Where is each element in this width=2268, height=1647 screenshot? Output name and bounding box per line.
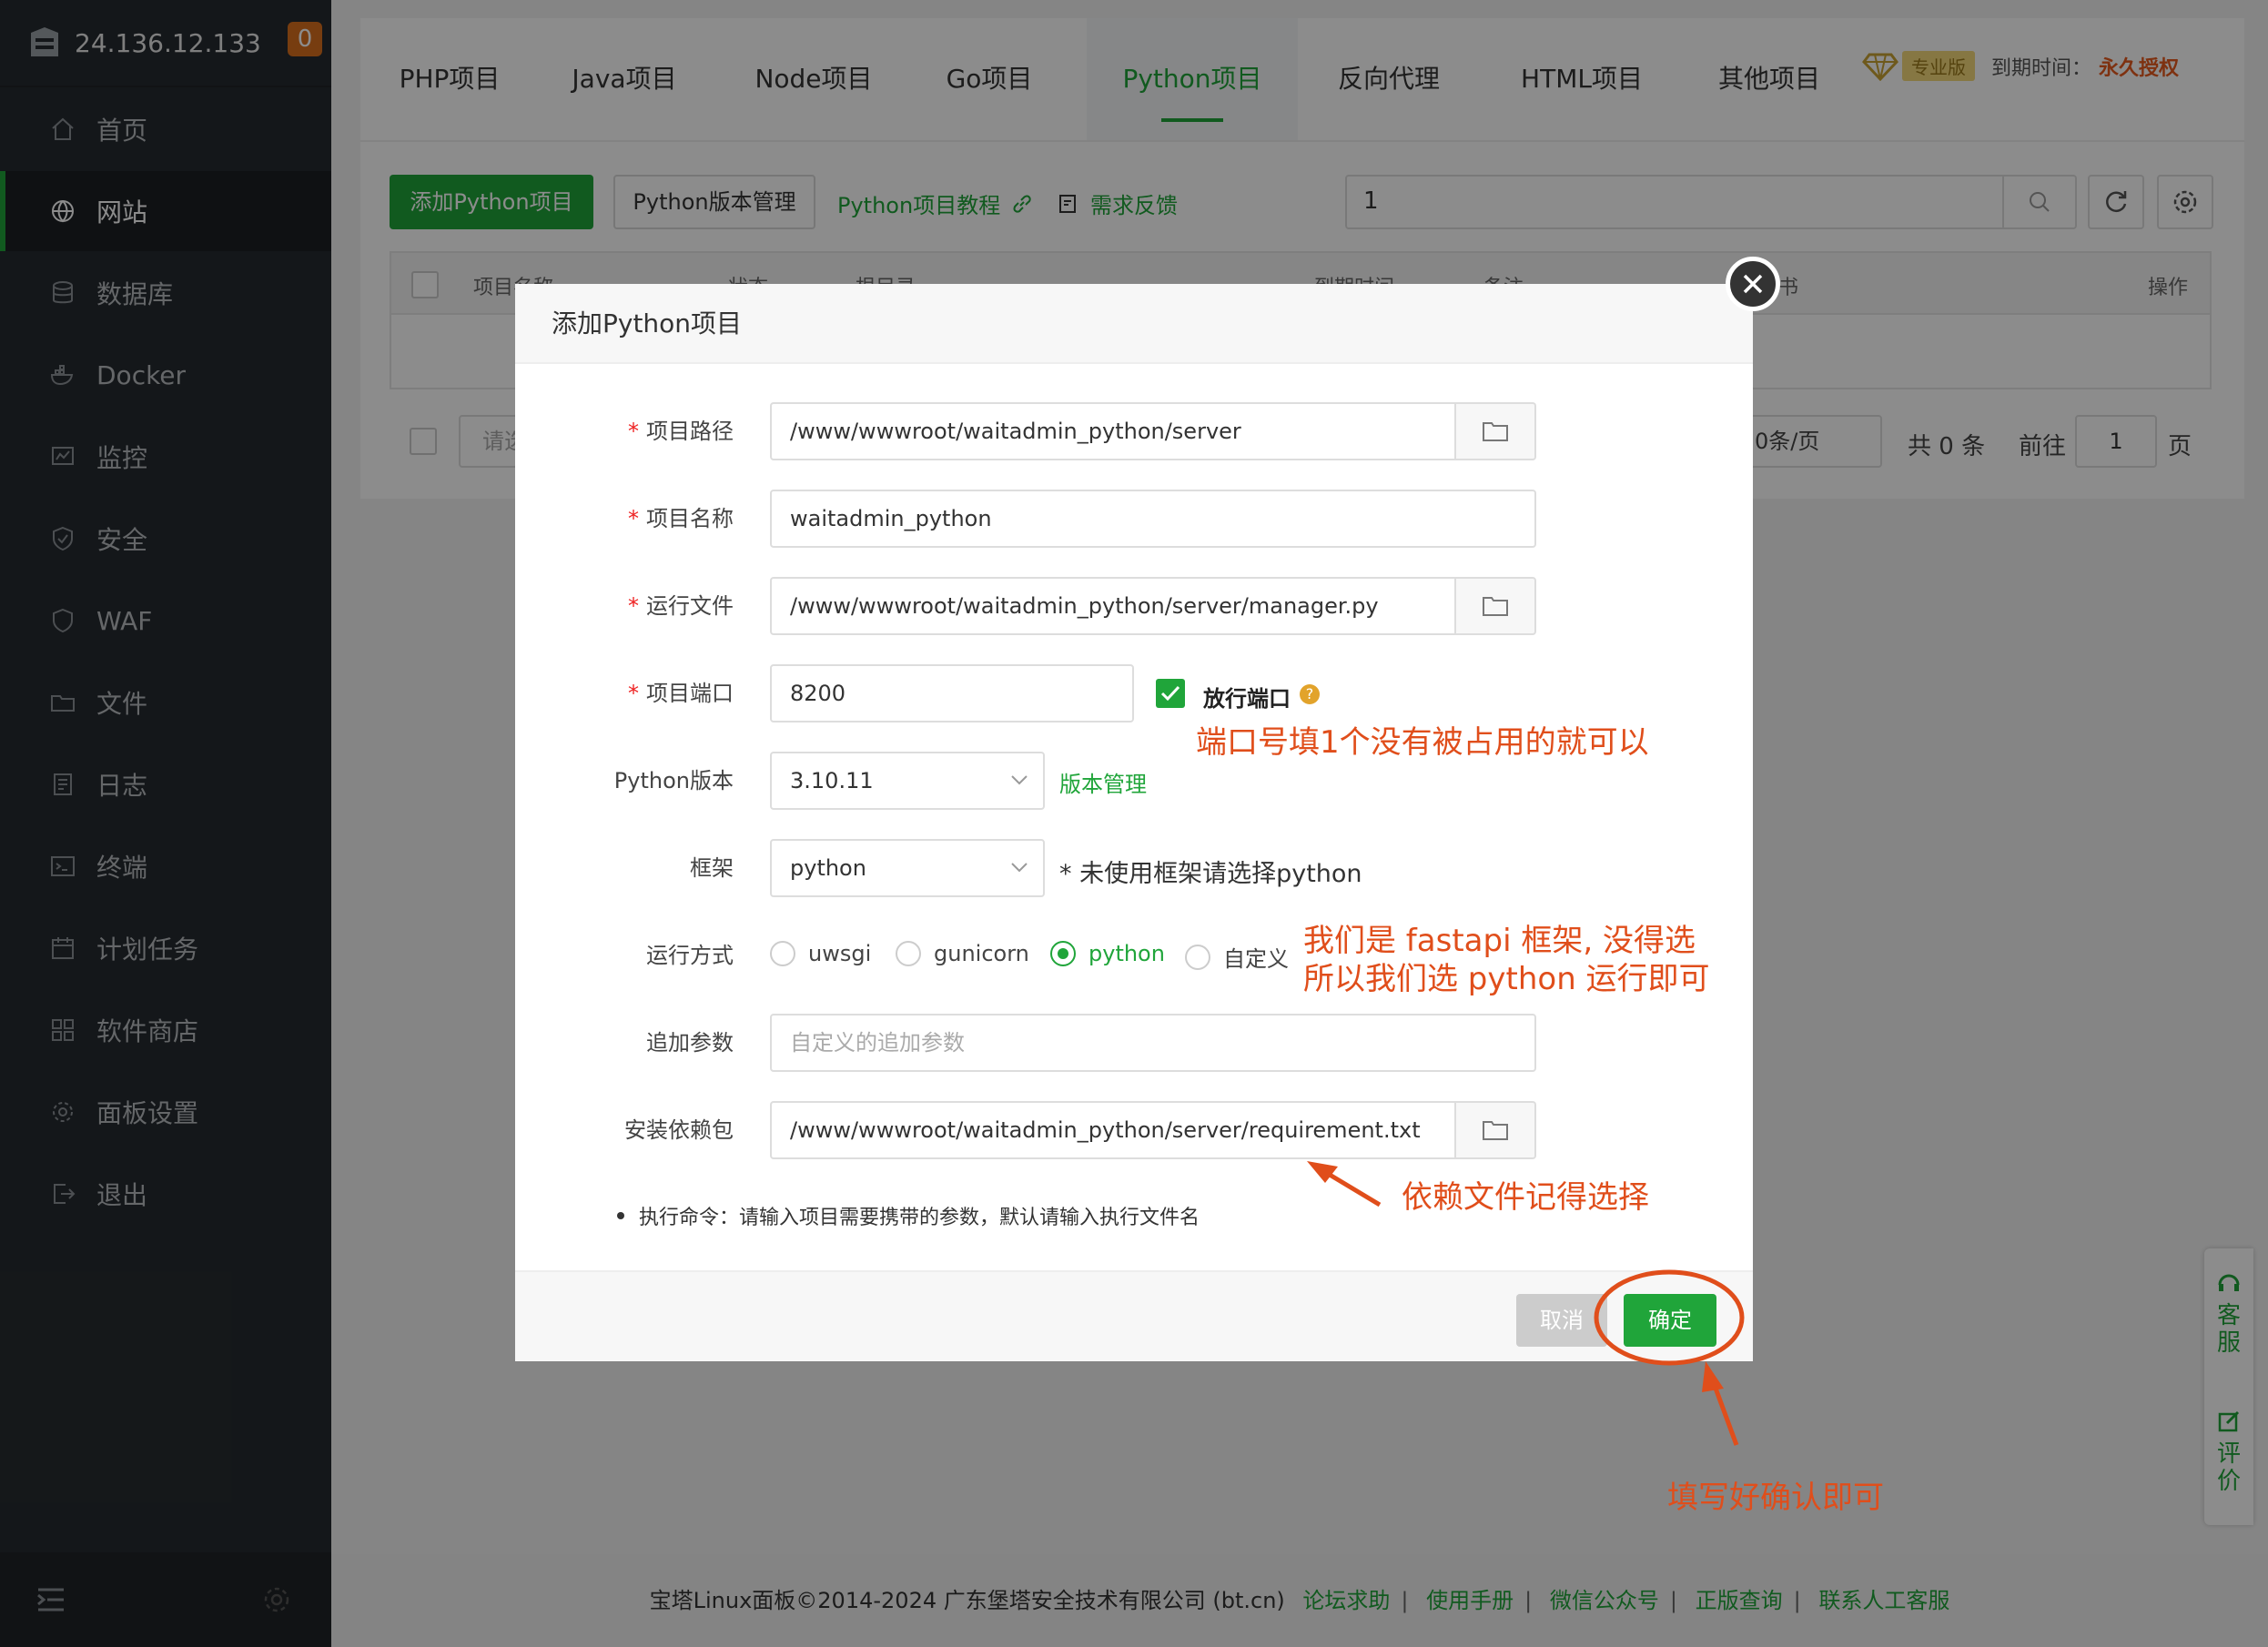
label-extra-params: 追加参数 [646,1030,734,1056]
row-project-port: * 项目端口 8200 放行端口 ? [515,664,1753,722]
confirm-button[interactable]: 确定 [1624,1294,1716,1347]
radio-python-label: python [1088,941,1165,966]
bullet-icon [617,1212,624,1219]
framework-value: python [790,855,866,881]
radio-uwsgi[interactable]: uwsgi [770,941,871,966]
run-file-input[interactable]: /www/wwwroot/waitadmin_python/server/man… [770,577,1456,635]
row-project-path: * 项目路径 /www/wwwroot/waitadmin_python/serv… [515,402,1753,460]
cancel-button[interactable]: 取消 [1516,1294,1607,1347]
project-path-input[interactable]: /www/wwwroot/waitadmin_python/server [770,402,1456,460]
framework-select[interactable]: python [770,839,1045,897]
check-icon [1160,685,1180,702]
dialog-title: 添加Python项目 [515,284,1753,364]
version-manage-link[interactable]: 版本管理 [1059,766,1147,798]
radio-custom-label: 自定义 [1223,946,1289,972]
row-dependencies: 安装依赖包 /www/wwwroot/waitadmin_python/serv… [515,1101,1753,1159]
run-file-browse-button[interactable] [1456,577,1536,635]
row-extra-params: 追加参数 自定义的追加参数 [515,1014,1753,1072]
project-port-input[interactable]: 8200 [770,664,1134,722]
dialog-close-button[interactable] [1726,257,1780,311]
label-dependencies: 安装依赖包 [624,1117,734,1143]
folder-icon [1483,422,1508,441]
dependencies-browse-button[interactable] [1456,1101,1536,1159]
radio-gunicorn-label: gunicorn [934,941,1029,966]
dependencies-input[interactable]: /www/wwwroot/waitadmin_python/server/req… [770,1101,1456,1159]
annotation-deps: 依赖文件记得选择 [1402,1179,1649,1216]
project-path-browse-button[interactable] [1456,402,1536,460]
close-icon [1743,274,1763,294]
label-run-mode: 运行方式 [646,943,734,968]
folder-icon [1483,597,1508,616]
chevron-down-icon [1011,775,1028,785]
label-run-file: * 运行文件 [628,593,734,619]
folder-icon [1483,1121,1508,1140]
row-project-name: * 项目名称 waitadmin_python [515,490,1753,548]
radio-custom[interactable]: 自定义 [1185,941,1289,973]
framework-hint: * 未使用框架请选择python [1059,860,1362,888]
label-project-name: * 项目名称 [628,506,734,531]
row-run-file: * 运行文件 /www/wwwroot/waitadmin_python/serv… [515,577,1753,635]
annotation-confirm: 填写好确认即可 [1667,1480,1884,1516]
annotation-port: 端口号填1个没有被占用的就可以 [1196,724,1649,761]
dialog-footer: 取消 确定 [515,1270,1753,1361]
label-framework: 框架 [690,855,734,881]
exec-command-note: 执行命令：请输入项目需要携带的参数，默认请输入执行文件名 [617,1201,1200,1230]
help-icon[interactable]: ? [1300,684,1320,704]
label-python-version: Python版本 [613,768,734,793]
label-project-port: * 项目端口 [628,681,734,706]
project-name-input[interactable]: waitadmin_python [770,490,1536,548]
label-project-path: * 项目路径 [628,419,734,444]
radio-gunicorn[interactable]: gunicorn [896,941,1029,966]
annotation-runmode-2: 所以我们选 python 运行即可 [1303,961,1710,997]
radio-python[interactable]: python [1050,941,1165,966]
extra-params-input[interactable]: 自定义的追加参数 [770,1014,1536,1072]
open-port-label: 放行端口 [1203,686,1291,712]
open-port-checkbox[interactable] [1156,679,1185,708]
row-framework: 框架 python * 未使用框架请选择python [515,839,1753,897]
chevron-down-icon [1011,863,1028,873]
python-version-value: 3.10.11 [790,768,874,793]
exec-command-text: 执行命令：请输入项目需要携带的参数，默认请输入执行文件名 [639,1207,1200,1229]
python-version-select[interactable]: 3.10.11 [770,752,1045,810]
radio-uwsgi-label: uwsgi [808,941,872,966]
